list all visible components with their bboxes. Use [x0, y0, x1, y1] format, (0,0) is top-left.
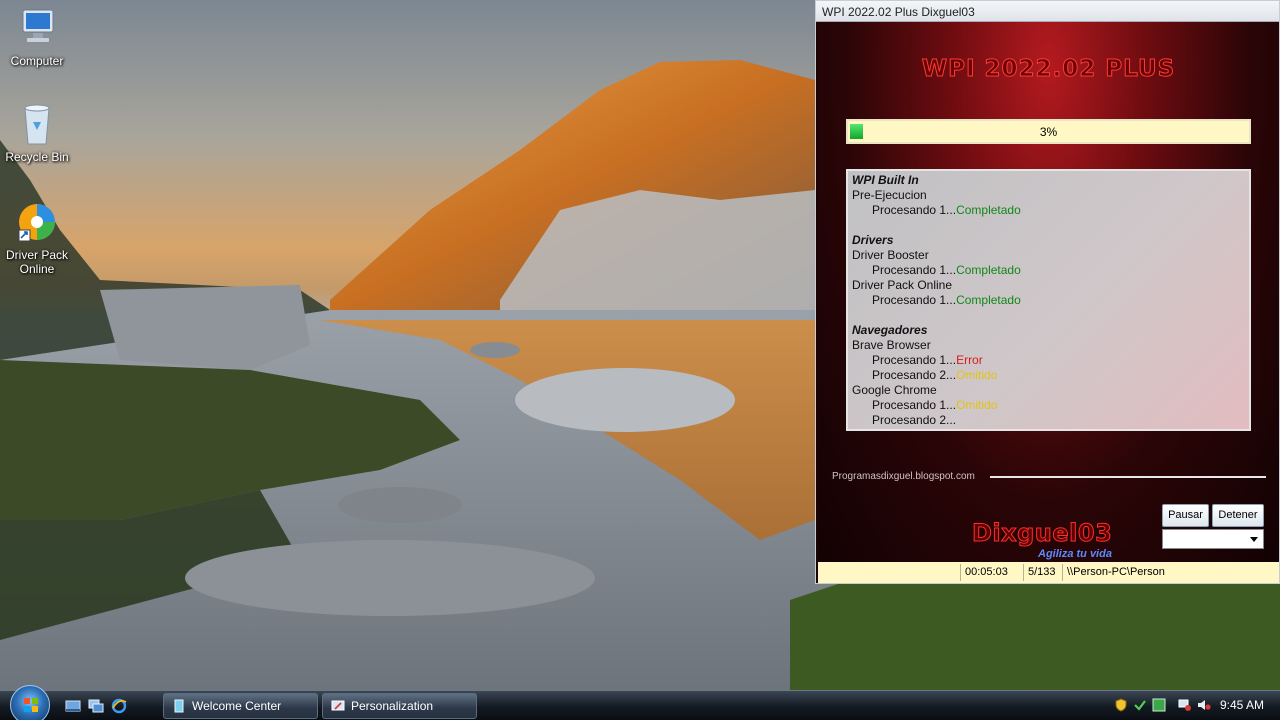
wpi-window: WPI 2022.02 Plus Dixguel03 WPI 2022.02 P… [815, 0, 1280, 584]
task-label: Welcome Center [192, 699, 282, 713]
options-dropdown[interactable] [1162, 529, 1264, 549]
log-text: Procesando 1... [872, 263, 957, 277]
log-text: Procesando 2... [872, 368, 957, 382]
log-text: Procesando 1... [872, 398, 957, 412]
windows-update-icon[interactable] [1152, 698, 1166, 712]
log-status: Completado [956, 293, 1021, 307]
desktop-icon-driverpack[interactable]: Driver Pack Online [0, 200, 74, 276]
log-text: WPI Built In [852, 173, 919, 187]
website-link[interactable]: Programasdixguel.blogspot.com [832, 471, 975, 482]
desktop-icon-label: Computer [10, 54, 64, 68]
log-section-header: WPI Built In [852, 173, 1245, 188]
log-text: Pre-Ejecucion [852, 188, 927, 202]
log-text: Procesando 1... [872, 203, 957, 217]
log-app-row: Driver Booster [852, 248, 1245, 263]
chevron-down-icon [1250, 537, 1258, 542]
log-status: Completado [956, 203, 1021, 217]
desktop-icon-recycle-bin[interactable]: Recycle Bin [0, 102, 74, 164]
elapsed-time: 00:05:03 [960, 564, 1012, 581]
log-text: Brave Browser [852, 338, 931, 352]
window-title[interactable]: WPI 2022.02 Plus Dixguel03 [816, 1, 1279, 22]
show-desktop-icon[interactable] [65, 698, 81, 714]
log-text: Google Chrome [852, 383, 937, 397]
log-step-row: Procesando 2...Omitido [852, 368, 1245, 383]
system-clock[interactable]: 9:45 AM [1220, 698, 1264, 712]
volume-muted-icon[interactable] [1197, 698, 1211, 712]
log-text: Procesando 1... [872, 293, 957, 307]
progress-label: 3% [1039, 125, 1058, 139]
recycle-bin-icon [13, 102, 61, 146]
log-step-row: Procesando 1...Error [852, 353, 1245, 368]
log-step-row: Procesando 1...Completado [852, 293, 1245, 308]
log-step-row: Procesando 1...Completado [852, 203, 1245, 218]
log-text: Navegadores [852, 323, 928, 337]
log-text: Drivers [852, 233, 894, 247]
log-app-row: Driver Pack Online [852, 278, 1245, 293]
log-text: Driver Pack Online [852, 278, 953, 292]
log-app-row: Brave Browser [852, 338, 1245, 353]
welcome-center-icon [174, 699, 184, 713]
log-step-row: Procesando 2... [852, 413, 1245, 428]
windows-logo-icon [24, 698, 38, 712]
pause-button[interactable]: Pausar [1162, 504, 1209, 527]
log-step-row: Procesando 1...Omitido [852, 398, 1245, 413]
log-status: Completado [956, 263, 1021, 277]
network-icon[interactable] [1178, 698, 1192, 712]
desktop-icon-label: Recycle Bin [5, 150, 69, 164]
log-app-row: Google Chrome [852, 383, 1245, 398]
wpi-logo: WPI 2022.02 PLUS [921, 56, 1176, 83]
log-spacer [852, 308, 1245, 323]
brand-tagline: Agiliza tu vida [1038, 548, 1112, 560]
log-section-header: Drivers [852, 233, 1245, 248]
log-text: Driver Booster [852, 248, 929, 262]
install-log: WPI Built In Pre-Ejecucion Procesando 1...… [846, 169, 1251, 431]
security-shield-icon[interactable] [1114, 698, 1128, 712]
driverpack-icon [13, 200, 61, 244]
computer-icon [13, 6, 61, 50]
user-path: \\Person-PC\Person [1062, 564, 1276, 581]
log-step-row: Procesando 1...Completado [852, 263, 1245, 278]
personalization-icon [331, 700, 345, 711]
start-button[interactable] [10, 685, 50, 720]
switch-windows-icon[interactable] [88, 698, 104, 714]
log-status: Omitido [956, 368, 998, 382]
log-status: Error [956, 353, 983, 367]
taskbar: Welcome Center Personalization 9:45 AM [0, 685, 1280, 720]
log-text: Procesando 2... [872, 413, 957, 427]
stop-button[interactable]: Detener [1212, 504, 1264, 527]
internet-explorer-icon[interactable] [111, 698, 127, 714]
install-progress-bar: 3% [846, 119, 1251, 144]
log-text: Procesando 1... [872, 353, 957, 367]
log-spacer [852, 218, 1245, 233]
task-welcome-center[interactable]: Welcome Center [163, 693, 318, 719]
log-app-row: Pre-Ejecucion [852, 188, 1245, 203]
desktop-icon-label-line2: Online [19, 262, 55, 276]
checkmark-icon[interactable] [1133, 698, 1147, 712]
task-label: Personalization [351, 699, 434, 713]
log-section-header: Navegadores [852, 323, 1245, 338]
brand-logo: Dixguel03 [971, 519, 1113, 548]
desktop-icon-computer[interactable]: Computer [0, 6, 74, 68]
separator-line [990, 476, 1266, 478]
task-personalization[interactable]: Personalization [322, 693, 477, 719]
wpi-content: WPI 2022.02 PLUS 3% WPI Built In Pre-Ejec… [818, 22, 1279, 562]
status-bar: 00:05:03 5/133 \\Person-PC\Person [818, 562, 1279, 583]
desktop-icon-label-line1: Driver Pack [5, 248, 68, 262]
log-status: Omitido [956, 398, 998, 412]
